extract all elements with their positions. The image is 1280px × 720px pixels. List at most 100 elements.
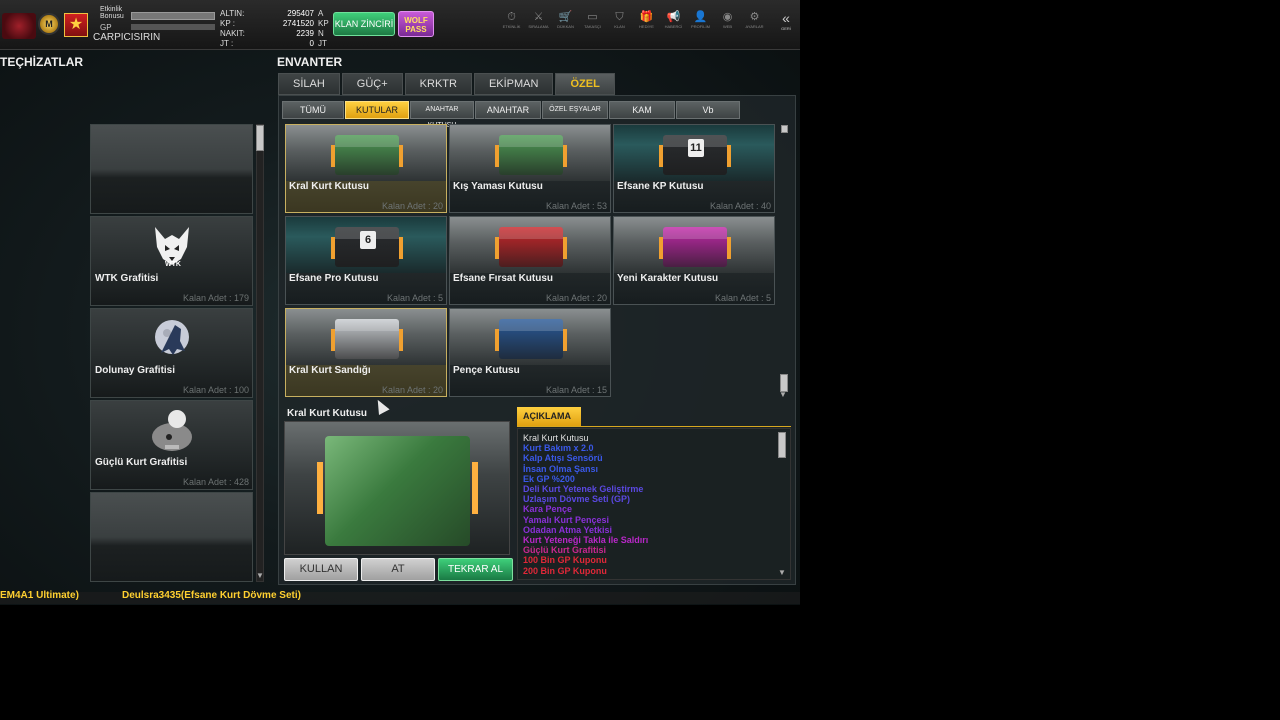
crate-image	[325, 436, 470, 546]
clan-shield-icon: ⛉	[615, 11, 624, 23]
item-count: Kalan Adet : 5	[386, 293, 443, 303]
inventory-item[interactable]: Kral Kurt Sandığı Kalan Adet : 20	[285, 308, 447, 397]
profile-icon: 👤	[693, 11, 708, 23]
scroll-down-icon[interactable]: ▼	[256, 571, 264, 580]
wolf-pass-button[interactable]: WOLF PASS	[398, 11, 434, 37]
main-tab[interactable]: KRKTR	[404, 73, 472, 95]
equipment-slot-empty[interactable]	[90, 492, 253, 582]
player-name: CARPICISIRIN	[93, 32, 161, 43]
gift-icon: 🎁	[639, 11, 654, 23]
item-scroll-top[interactable]	[781, 125, 788, 133]
description-line: İnsan Olma Şansı	[523, 463, 599, 474]
equipment-item[interactable]: WTK WTK Grafitisi Kalan Adet : 179	[90, 216, 253, 306]
equipment-item[interactable]: Güçlü Kurt Grafitisi Kalan Adet : 428	[90, 400, 253, 490]
inventory-title: ENVANTER	[277, 55, 343, 69]
main-tab[interactable]: SİLAH	[278, 73, 340, 95]
sub-tab[interactable]: KUTULAR	[345, 101, 409, 119]
crate-number: 6	[360, 231, 376, 249]
nav-cart[interactable]: 🛒 DÜKKAN	[552, 10, 579, 30]
description-line: Kral Kurt Kutusu	[523, 433, 589, 443]
main-tab[interactable]: EKİPMAN	[473, 73, 554, 95]
gear-icon: ⚙	[749, 11, 760, 23]
item-scroll-down-icon[interactable]: ▼	[779, 390, 787, 399]
inventory-item[interactable]: 6 Efsane Pro Kutusu Kalan Adet : 5	[285, 216, 447, 305]
megaphone-icon: 📢	[666, 11, 681, 23]
stat-altin: ALTIN: 295407 A	[220, 9, 324, 18]
event-bonus-label: Etkinlik Bonusu	[100, 6, 124, 20]
item-name: Efsane Pro Kutusu	[289, 273, 379, 284]
item-grid-scrollbar[interactable]	[779, 124, 788, 398]
preview-title: Kral Kurt Kutusu	[287, 408, 367, 419]
nav-ranking[interactable]: ⚔ SIRALAMA	[525, 10, 552, 30]
inventory-item[interactable]: Pençe Kutusu Kalan Adet : 15	[449, 308, 611, 397]
trade-icon: ▭	[587, 11, 598, 23]
equipment-title: TEÇHİZATLAR	[0, 55, 84, 69]
main-tab[interactable]: ÖZEL	[555, 73, 615, 95]
sub-tab[interactable]: Vb	[676, 101, 740, 119]
main-tab[interactable]: GÜÇ+	[341, 73, 403, 95]
item-name: Efsane Fırsat Kutusu	[453, 273, 554, 284]
back-button[interactable]: « GERİ	[776, 10, 796, 31]
item-count: Kalan Adet : 15	[545, 385, 607, 395]
description-line: 100 Bin GP Kuponu	[523, 555, 607, 566]
item-count: Kalan Adet : 40	[709, 201, 771, 211]
equipment-slot-empty[interactable]	[90, 124, 253, 214]
item-count: Kalan Adet : 20	[545, 293, 607, 303]
description-line: Kurt Yeteneği Takla ile Saldırı	[523, 535, 649, 546]
equipment-scrollbar[interactable]	[256, 124, 264, 582]
inventory-item[interactable]: Kış Yaması Kutusu Kalan Adet : 53	[449, 124, 611, 213]
clan-chain-button[interactable]: KLAN ZİNCİRİ	[333, 12, 395, 36]
nav-profile[interactable]: 👤 PROFİLİM	[687, 10, 714, 30]
sub-tab[interactable]: TÜMÜ	[282, 101, 344, 119]
game-logo	[2, 13, 36, 39]
nav-megaphone[interactable]: 📢 HABERCİ	[660, 10, 687, 30]
crate-icon	[331, 319, 399, 359]
event-bonus-bar	[131, 12, 215, 20]
description-header: AÇIKLAMA	[517, 407, 581, 426]
description-scroll-down-icon[interactable]: ▼	[778, 568, 786, 577]
gp-bar	[131, 24, 215, 30]
currency-stats: ALTIN: 295407 A KP :2741520 KP NAKIT: 2239 N …	[220, 9, 329, 49]
back-icon: «	[782, 10, 790, 26]
crate-icon	[331, 135, 399, 175]
strong-wolf-icon	[147, 407, 197, 457]
sub-tab[interactable]: ÖZEL EŞYALAR	[542, 101, 608, 119]
inventory-item[interactable]: 11 Efsane KP Kutusu Kalan Adet : 40	[613, 124, 775, 213]
nav-trade[interactable]: ▭ TAKASÇI	[579, 10, 606, 30]
crate-number: 11	[688, 139, 704, 157]
use-button[interactable]: KULLAN	[284, 558, 358, 581]
description-line: 200 Bin GP Kuponu	[523, 565, 607, 576]
nav-gift[interactable]: 🎁 HEDİYE	[633, 10, 660, 30]
sub-tab[interactable]: ANAHTAR KUTUSU	[410, 101, 474, 129]
inventory-item[interactable]: Efsane Fırsat Kutusu Kalan Adet : 20	[449, 216, 611, 305]
nav-gear[interactable]: ⚙ AYARLAR	[741, 10, 768, 30]
cart-icon: 🛒	[558, 11, 573, 23]
rank-badge: M	[38, 13, 60, 35]
nav-clan-shield[interactable]: ⛉ KLAN	[606, 10, 633, 30]
item-name: Efsane KP Kutusu	[617, 181, 704, 192]
announcement-ticker: EM4A1 Ultimate) Deulsra3435(Efsane Kurt …	[0, 590, 301, 601]
sub-tab[interactable]: KAM	[609, 101, 675, 119]
inventory-item[interactable]: Yeni Karakter Kutusu Kalan Adet : 5	[613, 216, 775, 305]
description-line: Yamalı Kurt Pençesi	[523, 514, 610, 525]
stat-nakit: NAKIT: 2239 N	[220, 29, 324, 38]
nav-globe[interactable]: ◉ WEB	[714, 10, 741, 30]
equipment-item[interactable]: Dolunay Grafitisi Kalan Adet : 100	[90, 308, 253, 398]
description-line: Kurt Bakım x 2.0	[523, 443, 594, 454]
rebuy-button[interactable]: TEKRAR AL	[438, 558, 513, 581]
item-count: Kalan Adet : 20	[381, 385, 443, 395]
full-moon-icon	[147, 315, 197, 365]
description-line: Uzlaşım Dövme Seti (GP)	[523, 494, 631, 505]
sub-tab[interactable]: ANAHTAR	[475, 101, 541, 119]
item-count: Kalan Adet : 53	[545, 201, 607, 211]
crate-icon	[495, 319, 563, 359]
description-scroll-thumb[interactable]	[778, 432, 786, 458]
equipment-scroll-thumb[interactable]	[256, 125, 264, 151]
stat-kp: KP :2741520 KP	[220, 19, 329, 28]
inventory-item[interactable]: Kral Kurt Kutusu Kalan Adet : 20	[285, 124, 447, 213]
gp-label: GP	[100, 23, 112, 32]
drop-button[interactable]: AT	[361, 558, 435, 581]
top-nav: ⏱ ETKİNLİK ⚔ SIRALAMA 🛒 DÜKKAN ▭ TAKASÇI ⛉ KLAN 🎁 H…	[498, 10, 768, 30]
nav-clock[interactable]: ⏱ ETKİNLİK	[498, 10, 525, 30]
stat-jt: JT :0 JT	[220, 39, 327, 48]
